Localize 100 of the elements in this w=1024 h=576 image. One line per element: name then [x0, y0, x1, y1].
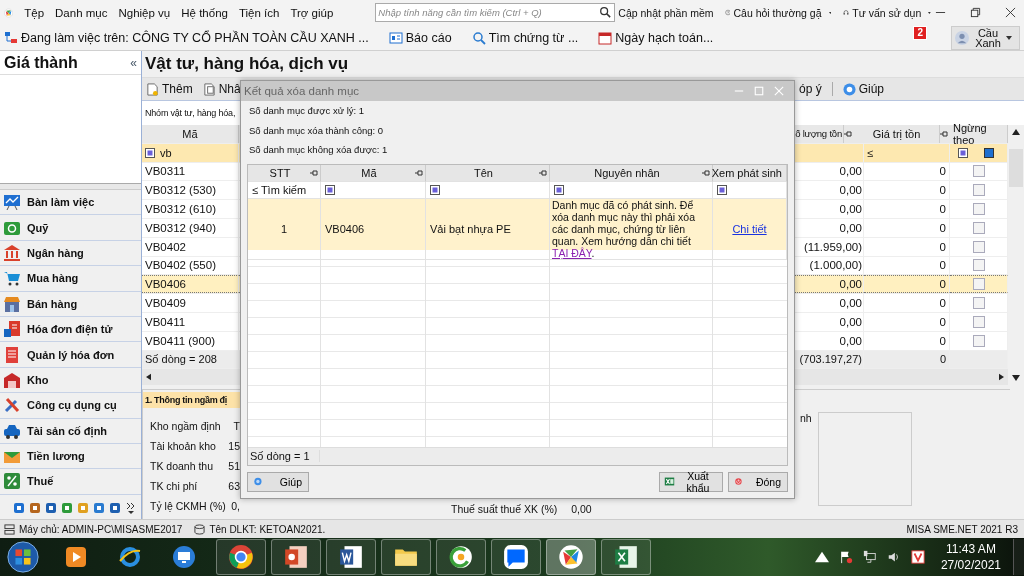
toolbar-button[interactable]: Báo cáo [388, 30, 452, 45]
restore-icon[interactable] [970, 7, 981, 18]
table-cell[interactable]: VB0409 [142, 294, 239, 312]
scroll-left-icon[interactable] [146, 372, 151, 381]
table-cell[interactable]: VB0411 (900) [142, 331, 239, 350]
filter-toggle-icon[interactable] [325, 184, 335, 195]
close-button[interactable]: Đóng [728, 471, 788, 492]
close-icon[interactable] [1005, 7, 1016, 18]
module-item[interactable]: Kho [0, 367, 141, 394]
table-cell[interactable]: VB0312 (940) [142, 219, 239, 237]
more-icon[interactable] [125, 501, 137, 514]
table-cell[interactable]: VB0312 (610) [142, 200, 239, 218]
pin-icon[interactable] [940, 129, 948, 138]
search-field[interactable]: Nhập tính năng cần tìm kiếm (Ctrl + Q) [375, 3, 616, 22]
checkbox[interactable] [972, 165, 985, 178]
checkbox[interactable] [972, 240, 985, 253]
module-item[interactable]: Hóa đơn điện tử [0, 316, 141, 343]
monitor-icon[interactable] [172, 545, 196, 569]
module-item[interactable]: Thuế [0, 469, 141, 495]
filter-operator[interactable]: ≤ [867, 146, 874, 159]
module-item[interactable]: Quỹ [0, 215, 141, 241]
notification-badge[interactable]: 2 [913, 26, 927, 40]
checkbox[interactable] [972, 334, 985, 347]
toolbar-button[interactable]: óp ý [798, 82, 822, 96]
filter-toggle-icon[interactable] [983, 147, 994, 158]
export-button[interactable]: Xuất khẩu [659, 471, 723, 492]
scroll-up-icon[interactable] [1012, 129, 1020, 135]
antivirus-icon[interactable] [910, 550, 925, 564]
menu-item[interactable]: Hệ thống [176, 6, 234, 19]
media-player-icon[interactable] [64, 545, 88, 569]
user-menu[interactable]: Cầu Xanh [951, 25, 1020, 50]
pin-icon[interactable] [310, 168, 318, 177]
menu-item[interactable]: Tệp [19, 6, 51, 19]
search-row-label[interactable]: ≤ Tìm kiếm [252, 183, 307, 196]
column-header[interactable]: Giá trị tồn [854, 125, 940, 143]
clock-date[interactable]: 27/02/2021 [940, 557, 1001, 573]
filter-toggle-icon[interactable] [717, 184, 727, 195]
checkbox[interactable] [972, 184, 985, 197]
filter-toggle-icon[interactable] [145, 147, 155, 158]
checkbox[interactable] [972, 259, 985, 272]
clock-time[interactable]: 11:43 AM [946, 541, 996, 557]
menu-item[interactable]: Danh mục [50, 6, 114, 19]
module-item[interactable]: Bàn làm việc [0, 190, 141, 216]
checkbox[interactable] [972, 278, 985, 291]
taskbar-button[interactable] [216, 539, 266, 575]
table-cell[interactable]: VB0312 (530) [142, 181, 239, 200]
splitter-handle[interactable] [0, 183, 141, 190]
checkbox[interactable] [972, 221, 985, 234]
column-header[interactable]: Mã [325, 166, 413, 179]
filter-toggle-icon[interactable] [430, 184, 440, 195]
module-item[interactable]: Mua hàng [0, 266, 141, 292]
help-button[interactable]: Giúp [247, 471, 309, 492]
table-cell[interactable]: VB0402 (550) [142, 256, 239, 275]
filter-value[interactable]: vb [160, 146, 172, 159]
menu-item[interactable]: Tiện ích [233, 6, 286, 19]
toolbar-button[interactable]: Tìm chứng từ ... [471, 30, 579, 45]
filter-toggle-icon[interactable] [554, 184, 564, 195]
detail-tab[interactable]: 1. Thông tin ngầm đị [143, 391, 240, 408]
checkbox[interactable] [972, 203, 985, 216]
scroll-down-icon[interactable] [1012, 374, 1020, 381]
caret-icon[interactable] [814, 550, 829, 564]
detail-link[interactable]: Chi tiết [732, 222, 767, 235]
pin-icon[interactable] [702, 168, 710, 177]
toolbar-button[interactable]: Thêm [146, 82, 193, 96]
vertical-scrollbar[interactable] [1008, 125, 1024, 385]
taskbar-button[interactable] [491, 539, 541, 575]
scroll-right-icon[interactable] [999, 372, 1004, 381]
search-icon[interactable] [599, 6, 612, 18]
module-item[interactable]: Tài sản cố định [0, 418, 141, 444]
column-header[interactable]: Nguyên nhân [554, 166, 700, 179]
taskbar-button[interactable] [381, 539, 431, 575]
network-icon[interactable] [862, 550, 877, 564]
faq-menu[interactable]: Câu hỏi thường gặ [733, 6, 822, 19]
guide-link[interactable]: TẠI ĐÂY [552, 246, 592, 259]
column-header[interactable]: Tên [430, 166, 537, 179]
module-item[interactable]: Quản lý hóa đơn [0, 342, 141, 368]
table-cell[interactable]: VB0411 [142, 312, 239, 331]
column-header[interactable]: Mã [142, 125, 239, 143]
menu-item[interactable]: Trợ giúp [285, 6, 340, 19]
taskbar-button[interactable] [546, 539, 596, 575]
pin-icon[interactable] [844, 129, 852, 138]
taskbar-button[interactable] [601, 539, 651, 575]
module-item[interactable]: Tiền lương [0, 443, 141, 470]
toolbar-button[interactable]: Ngày hạch toán... [598, 30, 714, 45]
toolbar-button[interactable]: Giúp [842, 82, 884, 96]
filter-toggle-icon[interactable] [958, 147, 969, 158]
taskbar-button[interactable] [436, 539, 486, 575]
start-button[interactable] [6, 540, 40, 574]
table-cell[interactable]: VB0406 [142, 275, 239, 294]
table-cell[interactable]: VB0402 [142, 237, 239, 256]
pin-icon[interactable] [539, 168, 547, 177]
speaker-icon[interactable] [886, 550, 901, 564]
taskbar-button[interactable] [326, 539, 376, 575]
checkbox[interactable] [972, 297, 985, 310]
toolbar-button[interactable]: Nhâ [202, 82, 241, 96]
module-item[interactable]: Ngân hàng [0, 240, 141, 267]
module-item[interactable]: Bán hàng [0, 291, 141, 317]
support-menu[interactable]: Tư vấn sử dụn [852, 6, 922, 19]
pin-icon[interactable] [415, 168, 423, 177]
browser-icon[interactable] [118, 545, 142, 569]
